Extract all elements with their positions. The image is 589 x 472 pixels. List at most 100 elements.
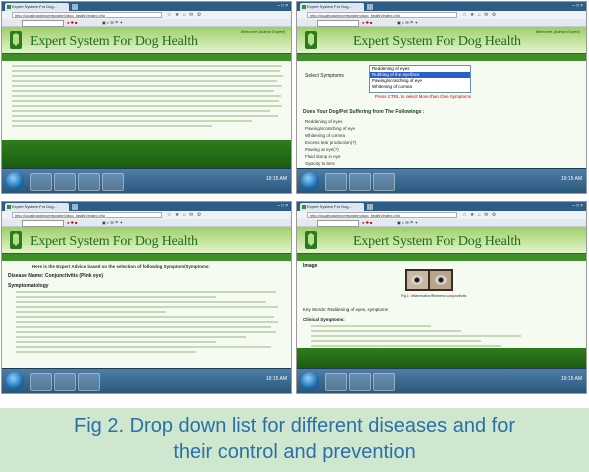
browser-tabbar: Expert System For Dog... –□× <box>2 2 291 11</box>
site-page: Expert System For Dog Health Welcome (Ad… <box>2 27 291 170</box>
symptom-row: Excess tear production(?) <box>305 140 357 145</box>
toolbar-search[interactable] <box>22 220 64 227</box>
toolbar-icons[interactable]: ▣ ◐ ✉ ☂ ✦ <box>102 20 123 25</box>
symptom-row: Pawing/scratching of eye <box>305 126 356 131</box>
toolbar-icon[interactable]: ● ✚ ■ <box>362 220 372 225</box>
window-controls[interactable]: –□× <box>277 203 289 209</box>
site-title: Expert System For Dog Health <box>30 34 198 49</box>
start-button[interactable] <box>301 172 319 190</box>
browser-tab[interactable]: Expert System For Dog... <box>5 3 69 11</box>
disease-name: Disease Name: Conjunctivitis (Pink eye) <box>8 273 104 279</box>
browser-tab[interactable]: Expert System For Dog... <box>300 203 364 211</box>
toolbar-icon[interactable]: ● ✚ ■ <box>362 20 372 25</box>
figure-caption-block: Fig 2. Drop down list for different dise… <box>0 408 589 472</box>
browser-tab[interactable]: Expert System For Dog... <box>300 3 364 11</box>
clinical-symptoms-label: Clinical Symptoms: <box>303 317 345 322</box>
browser-tabbar: Expert System For Dog... –□× <box>297 202 586 211</box>
dog-logo-icon <box>305 31 317 49</box>
dog-logo-icon <box>305 231 317 249</box>
clock: 10:15 AM <box>265 376 287 382</box>
site-header: Expert System For Dog Health <box>2 227 291 253</box>
symptom-row: Opacity to lens <box>305 161 335 166</box>
symptom-row: Whitening of cornea <box>305 133 346 138</box>
favicon-icon <box>7 5 11 9</box>
toolbar-icon[interactable]: ● ✚ ■ <box>67 20 77 25</box>
screenshot-expert-advice: Expert System For Dog... –□× http://loca… <box>1 201 292 394</box>
taskbar-app[interactable] <box>325 173 347 191</box>
taskbar-app[interactable] <box>30 173 52 191</box>
toolbar-icon[interactable]: ● ✚ ■ <box>67 220 77 225</box>
window-controls[interactable]: –□× <box>572 203 584 209</box>
symptom-section-heading: Does Your Dog/Pet Suffering from The Fol… <box>303 109 425 115</box>
bookmark-icons[interactable]: ☆ ★ ⌂ ✉ ⚙ <box>462 12 497 18</box>
browser-toolbar: ● ✚ ■ ▣ ◐ ✉ ☂ ✦ <box>2 19 291 27</box>
toolbar-icons[interactable]: ▣ ◐ ✉ ☂ ✦ <box>397 20 418 25</box>
window-controls[interactable]: –□× <box>277 3 289 9</box>
taskbar-app[interactable] <box>30 373 52 391</box>
toolbar-search[interactable] <box>317 20 359 27</box>
symptom-option[interactable]: Whitening of cornea <box>370 84 470 90</box>
taskbar-app[interactable] <box>54 373 76 391</box>
start-button[interactable] <box>6 172 24 190</box>
multi-select-hint: Press CTRL to select More than One Sympt… <box>375 94 472 99</box>
site-page: Expert System For Dog Health HomeDisease… <box>2 227 291 370</box>
site-footer <box>297 348 586 370</box>
start-button[interactable] <box>6 372 24 390</box>
site-header: Expert System For Dog Health <box>297 227 586 253</box>
favicon-icon <box>7 205 11 209</box>
bookmark-icons[interactable]: ☆ ★ ⌂ ✉ ⚙ <box>462 212 497 218</box>
new-tab-button[interactable] <box>72 4 78 10</box>
taskbar-app[interactable] <box>373 173 395 191</box>
windows-taskbar: 10:15 AM <box>297 368 586 393</box>
welcome-text: Welcome (Admin Expert) <box>240 29 285 34</box>
new-tab-button[interactable] <box>72 204 78 210</box>
taskbar-app[interactable] <box>373 373 395 391</box>
screenshot-symptom-selection: Expert System For Dog... –□× http://loca… <box>296 1 587 194</box>
url-input[interactable]: http://localhost/expertsystem/dog_health… <box>12 212 162 218</box>
disease-detail: Image Fig.1: Inflammation/Redness conjun… <box>297 261 586 370</box>
site-header: Expert System For Dog Health Welcome (Ad… <box>297 27 586 53</box>
browser-toolbar: ● ✚ ■ ▣ ◐ ✉ ☂ ✦ <box>297 219 586 227</box>
toolbar-icons[interactable]: ▣ ◐ ✉ ☂ ✦ <box>102 220 123 225</box>
url-input[interactable]: http://localhost/expertsystem/dog_health… <box>12 12 162 18</box>
window-controls[interactable]: –□× <box>572 3 584 9</box>
bookmark-icons[interactable]: ☆ ★ ⌂ ✉ ⚙ <box>167 12 202 18</box>
taskbar-app[interactable] <box>78 173 100 191</box>
dog-logo-icon <box>10 31 22 49</box>
site-footer <box>2 140 291 170</box>
intro-paragraph <box>2 61 291 170</box>
toolbar-search[interactable] <box>22 20 64 27</box>
browser-tab[interactable]: Expert System For Dog... <box>5 203 69 211</box>
url-input[interactable]: http://localhost/expertsystem/dog_health… <box>307 212 457 218</box>
site-menu: HomeDisease Identification <box>2 253 291 268</box>
new-tab-button[interactable] <box>367 4 373 10</box>
toolbar-search[interactable] <box>317 220 359 227</box>
welcome-text: Welcome (Admin Expert) <box>535 29 580 34</box>
taskbar-app[interactable] <box>325 373 347 391</box>
windows-taskbar: 10:15 AM <box>2 168 291 193</box>
start-button[interactable] <box>301 372 319 390</box>
taskbar-app[interactable] <box>78 373 100 391</box>
windows-taskbar: 10:15 AM <box>297 168 586 193</box>
dog-eye-photo <box>405 269 453 291</box>
clock: 10:15 AM <box>560 176 582 182</box>
dog-logo-icon <box>10 231 22 249</box>
caption-line-2: their control and prevention <box>173 441 416 463</box>
toolbar-icons[interactable]: ▣ ◐ ✉ ☂ ✦ <box>397 220 418 225</box>
taskbar-app[interactable] <box>349 173 371 191</box>
site-menu: HomeDisease Identification <box>2 53 291 68</box>
advice-heading: Here is the Expert Advice based on the s… <box>32 264 210 269</box>
bookmark-icons[interactable]: ☆ ★ ⌂ ✉ ⚙ <box>167 212 202 218</box>
taskbar-app[interactable] <box>349 373 371 391</box>
site-menu: HomeDisease Identification <box>297 253 586 268</box>
new-tab-button[interactable] <box>367 204 373 210</box>
taskbar-app[interactable] <box>54 173 76 191</box>
browser-toolbar: ● ✚ ■ ▣ ◐ ✉ ☂ ✦ <box>297 19 586 27</box>
symptom-form: Select Symptoms Reddening of eyes Rubbin… <box>297 61 586 170</box>
taskbar-app[interactable] <box>102 173 124 191</box>
site-page: Expert System For Dog Health Welcome (Ad… <box>297 27 586 170</box>
url-input[interactable]: http://localhost/expertsystem/dog_health… <box>307 12 457 18</box>
symptomatology-label: Symptomatology <box>8 283 49 289</box>
caption-line-1: Fig 2. Drop down list for different dise… <box>74 415 515 437</box>
symptom-listbox[interactable]: Reddening of eyes Rubbing of the eye/fac… <box>369 65 471 93</box>
